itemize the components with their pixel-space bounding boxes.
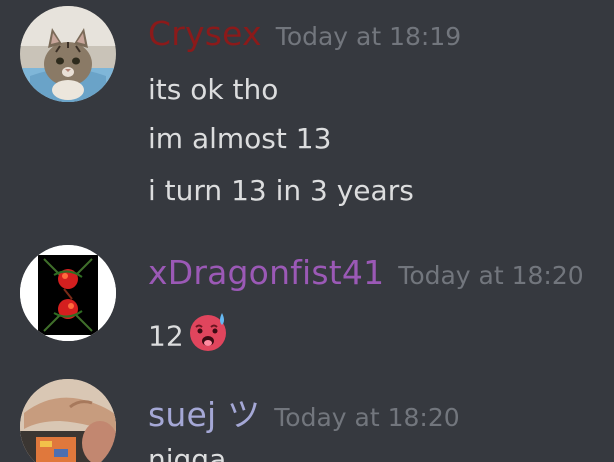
message-text: 12 [148, 311, 230, 361]
person-avatar-image [20, 379, 116, 462]
hot-face-sweat-emoji[interactable] [188, 311, 230, 358]
message-header: xDragonfist41 Today at 18:20 [148, 253, 584, 292]
message-text: nigga [148, 443, 227, 462]
chat-messages: Crysex Today at 18:19 its ok tho im almos… [0, 0, 614, 462]
avatar[interactable] [20, 379, 116, 462]
message-text-content: 12 [148, 319, 184, 353]
avatar[interactable] [20, 6, 116, 102]
dragon-avatar-image [20, 245, 116, 341]
message-text: im almost 13 [148, 122, 332, 155]
username[interactable]: suej ツ [148, 395, 260, 434]
cat-avatar-image [20, 6, 116, 102]
timestamp[interactable]: Today at 18:19 [276, 22, 461, 51]
avatar[interactable] [20, 245, 116, 341]
message-text: i turn 13 in 3 years [148, 174, 414, 207]
timestamp[interactable]: Today at 18:20 [274, 403, 459, 432]
timestamp[interactable]: Today at 18:20 [398, 261, 583, 290]
username[interactable]: xDragonfist41 [148, 253, 384, 292]
username[interactable]: Crysex [148, 14, 262, 53]
message-header: Crysex Today at 18:19 [148, 14, 461, 53]
message-group: Crysex Today at 18:19 its ok tho im almos… [0, 0, 614, 220]
message-group: suej ツ Today at 18:20 nigga [0, 376, 614, 462]
message-header: suej ツ Today at 18:20 [148, 388, 460, 436]
message-text: its ok tho [148, 73, 279, 106]
message-group: xDragonfist41 Today at 18:20 12 [0, 240, 614, 360]
